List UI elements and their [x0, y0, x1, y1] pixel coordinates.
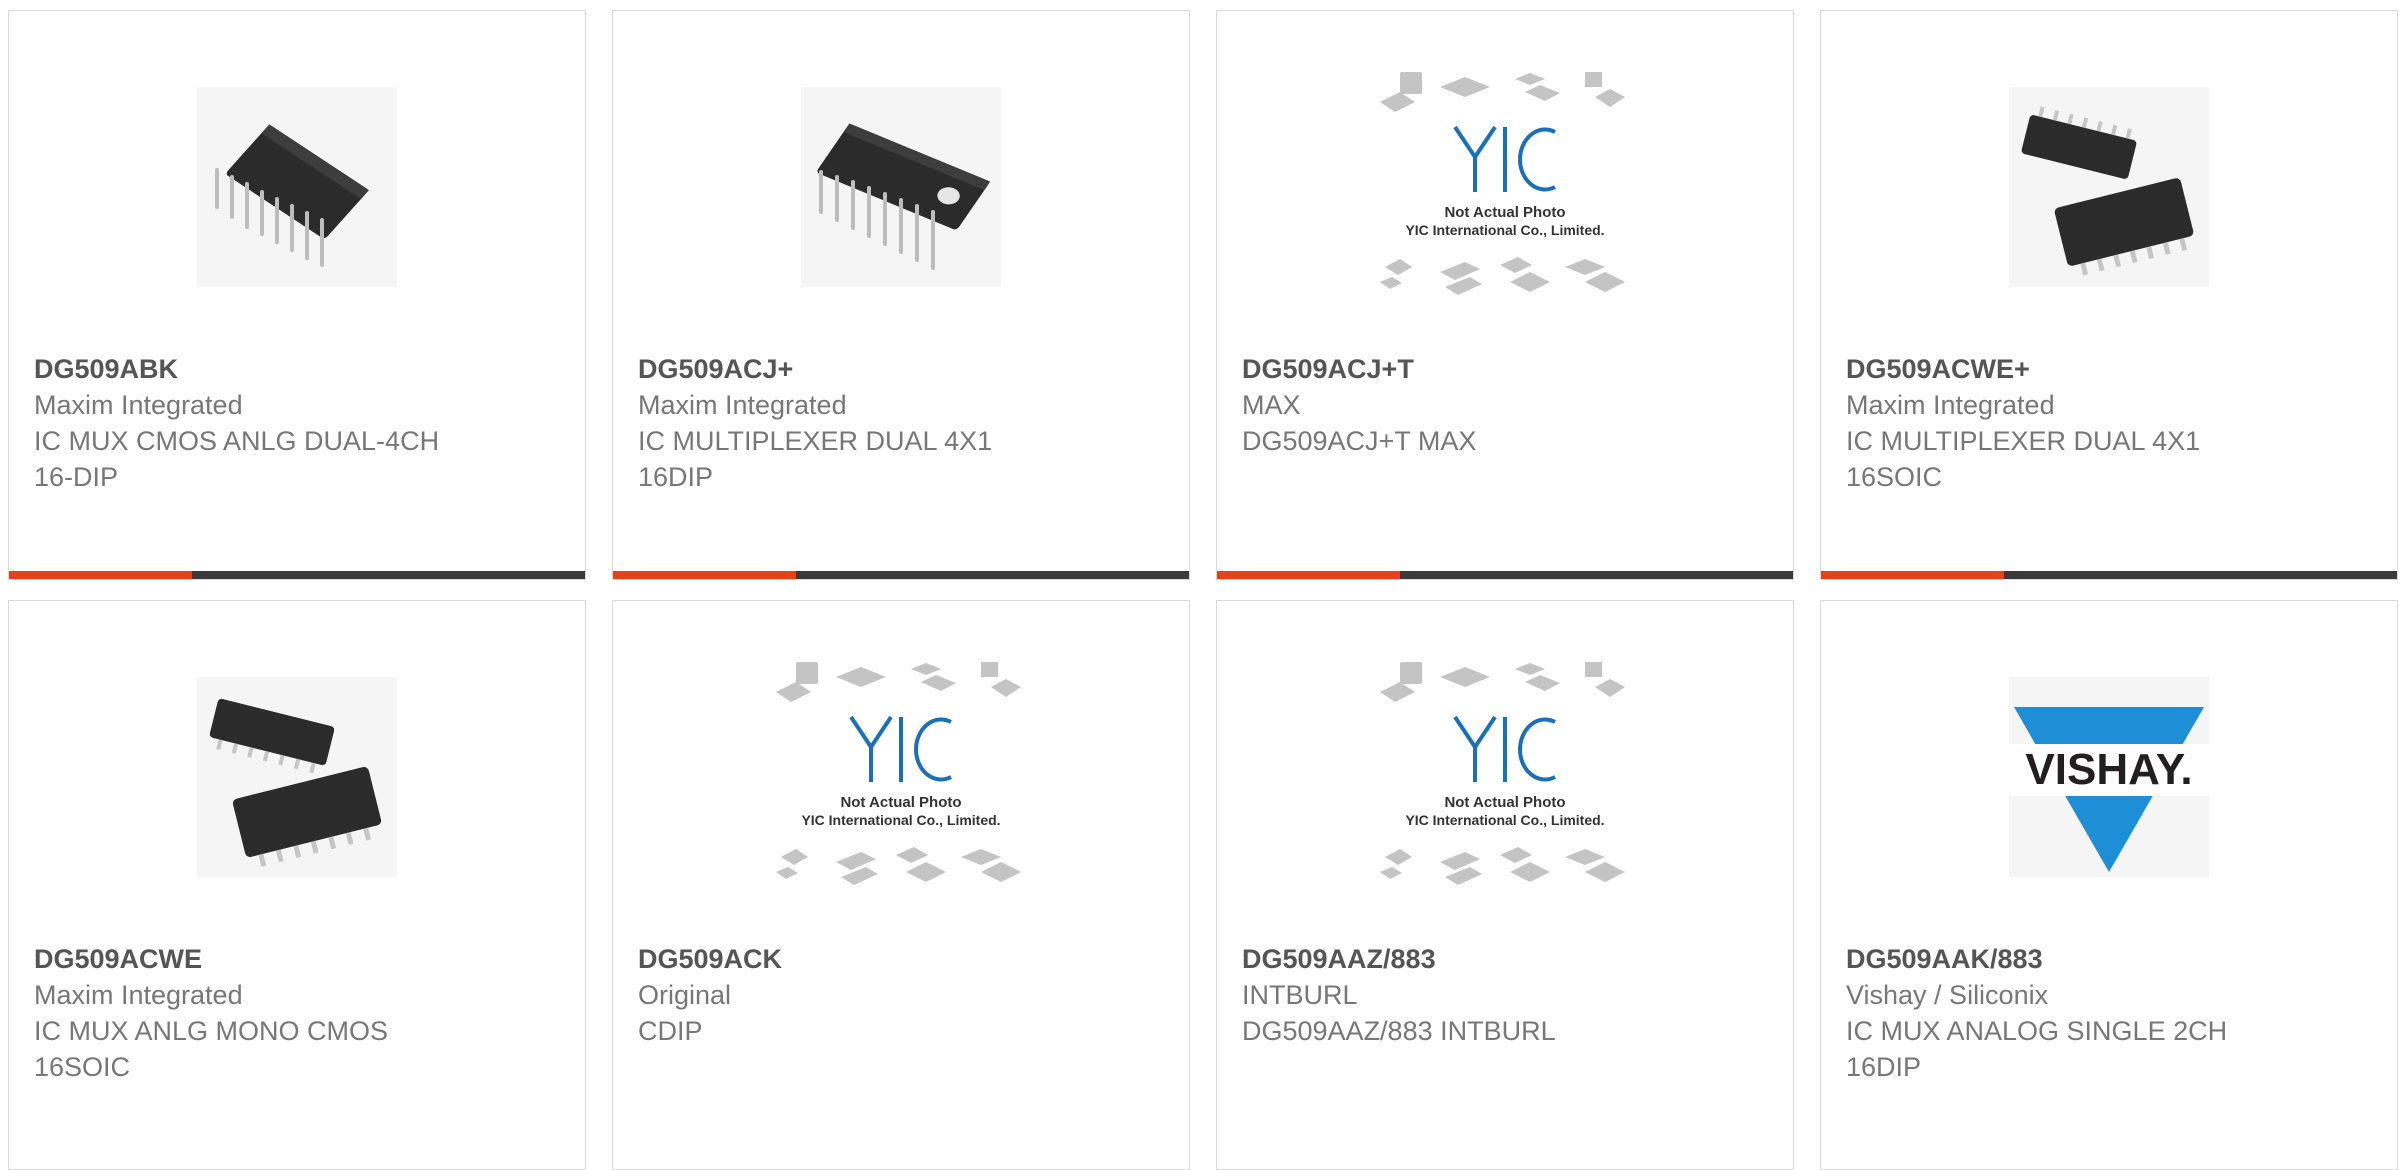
card-accent — [1217, 571, 1400, 579]
description: IC MULTIPLEXER DUAL 4X1 16SOIC — [1846, 426, 2201, 492]
manufacturer: Maxim Integrated — [1846, 390, 2055, 420]
part-number[interactable]: DG509ACWE — [34, 941, 565, 977]
manufacturer: MAX — [1242, 390, 1301, 420]
placeholder-caption: Not Actual Photo — [840, 794, 961, 811]
product-image[interactable]: Not Actual Photo YIC International Co., … — [1217, 59, 1793, 314]
placeholder-yic-image: Not Actual Photo YIC International Co., … — [1380, 661, 1625, 885]
product-card[interactable]: VISHAY. DG509AAK/883 Vishay / Siliconix … — [1820, 600, 2398, 1170]
manufacturer: Vishay / Siliconix — [1846, 980, 2049, 1010]
product-info: DG509ACWE+ Maxim Integrated IC MULTIPLEX… — [1846, 351, 2377, 495]
dip-ic-image — [801, 86, 1001, 287]
part-number[interactable]: DG509ACJ+T — [1242, 351, 1773, 387]
part-number[interactable]: DG509AAZ/883 — [1242, 941, 1773, 977]
card-accent — [613, 571, 796, 579]
product-image[interactable]: Not Actual Photo YIC International Co., … — [613, 649, 1189, 904]
product-image[interactable] — [1821, 59, 2397, 314]
description: IC MUX ANALOG SINGLE 2CH 16DIP — [1846, 1016, 2228, 1082]
card-accent — [9, 571, 192, 579]
product-info: DG509AAK/883 Vishay / Siliconix IC MUX A… — [1846, 941, 2377, 1085]
product-info: DG509ABK Maxim Integrated IC MUX CMOS AN… — [34, 351, 565, 495]
manufacturer: Maxim Integrated — [34, 390, 243, 420]
card-bottom-bar — [613, 571, 1189, 579]
product-card[interactable]: DG509ABK Maxim Integrated IC MUX CMOS AN… — [8, 10, 586, 580]
manufacturer: Maxim Integrated — [638, 390, 847, 420]
manufacturer: Original — [638, 980, 732, 1010]
card-bottom-bar — [1217, 571, 1793, 579]
soic-ic-image — [197, 676, 397, 877]
description: IC MULTIPLEXER DUAL 4X1 16DIP — [638, 426, 993, 492]
vishay-wordmark: VISHAY. — [2025, 745, 2192, 794]
placeholder-caption: YIC International Co., Limited. — [1405, 222, 1604, 238]
placeholder-yic-image: Not Actual Photo YIC International Co., … — [776, 661, 1021, 885]
product-info: DG509ACJ+ Maxim Integrated IC MULTIPLEXE… — [638, 351, 1169, 495]
product-info: DG509ACWE Maxim Integrated IC MUX ANLG M… — [34, 941, 565, 1085]
manufacturer: Maxim Integrated — [34, 980, 243, 1010]
card-bottom-bar — [1821, 571, 2397, 579]
description: CDIP — [638, 1016, 703, 1046]
product-image[interactable]: VISHAY. — [1821, 649, 2397, 904]
product-card[interactable]: DG509ACWE Maxim Integrated IC MUX ANLG M… — [8, 600, 586, 1170]
placeholder-yic-image: Not Actual Photo YIC International Co., … — [1380, 71, 1625, 295]
product-info: DG509ACJ+T MAX DG509ACJ+T MAX — [1242, 351, 1773, 459]
product-image[interactable] — [9, 649, 585, 904]
placeholder-caption: Not Actual Photo — [1444, 794, 1565, 811]
description: IC MUX CMOS ANLG DUAL-4CH 16-DIP — [34, 426, 440, 492]
product-grid: DG509ABK Maxim Integrated IC MUX CMOS AN… — [8, 10, 2398, 1170]
vishay-logo-image: VISHAY. — [2009, 676, 2209, 877]
product-card[interactable]: Not Actual Photo YIC International Co., … — [612, 600, 1190, 1170]
card-bottom-bar — [9, 571, 585, 579]
part-number[interactable]: DG509AAK/883 — [1846, 941, 2377, 977]
product-card[interactable]: DG509ACJ+ Maxim Integrated IC MULTIPLEXE… — [612, 10, 1190, 580]
placeholder-caption: YIC International Co., Limited. — [1405, 812, 1604, 828]
product-info: DG509AAZ/883 INTBURL DG509AAZ/883 INTBUR… — [1242, 941, 1773, 1049]
placeholder-caption: YIC International Co., Limited. — [801, 812, 1000, 828]
part-number[interactable]: DG509ACJ+ — [638, 351, 1169, 387]
product-image[interactable] — [9, 59, 585, 314]
description: DG509ACJ+T MAX — [1242, 426, 1477, 456]
product-image[interactable] — [613, 59, 1189, 314]
soic-ic-image — [2009, 86, 2209, 287]
description: IC MUX ANLG MONO CMOS 16SOIC — [34, 1016, 389, 1082]
part-number[interactable]: DG509ACWE+ — [1846, 351, 2377, 387]
product-card[interactable]: DG509ACWE+ Maxim Integrated IC MULTIPLEX… — [1820, 10, 2398, 580]
part-number[interactable]: DG509ACK — [638, 941, 1169, 977]
part-number[interactable]: DG509ABK — [34, 351, 565, 387]
description: DG509AAZ/883 INTBURL — [1242, 1016, 1556, 1046]
card-accent — [1821, 571, 2004, 579]
product-card[interactable]: Not Actual Photo YIC International Co., … — [1216, 10, 1794, 580]
placeholder-caption: Not Actual Photo — [1444, 204, 1565, 221]
product-card[interactable]: Not Actual Photo YIC International Co., … — [1216, 600, 1794, 1170]
manufacturer: INTBURL — [1242, 980, 1358, 1010]
product-image[interactable]: Not Actual Photo YIC International Co., … — [1217, 649, 1793, 904]
dip-ic-image — [197, 86, 397, 287]
product-info: DG509ACK Original CDIP — [638, 941, 1169, 1049]
